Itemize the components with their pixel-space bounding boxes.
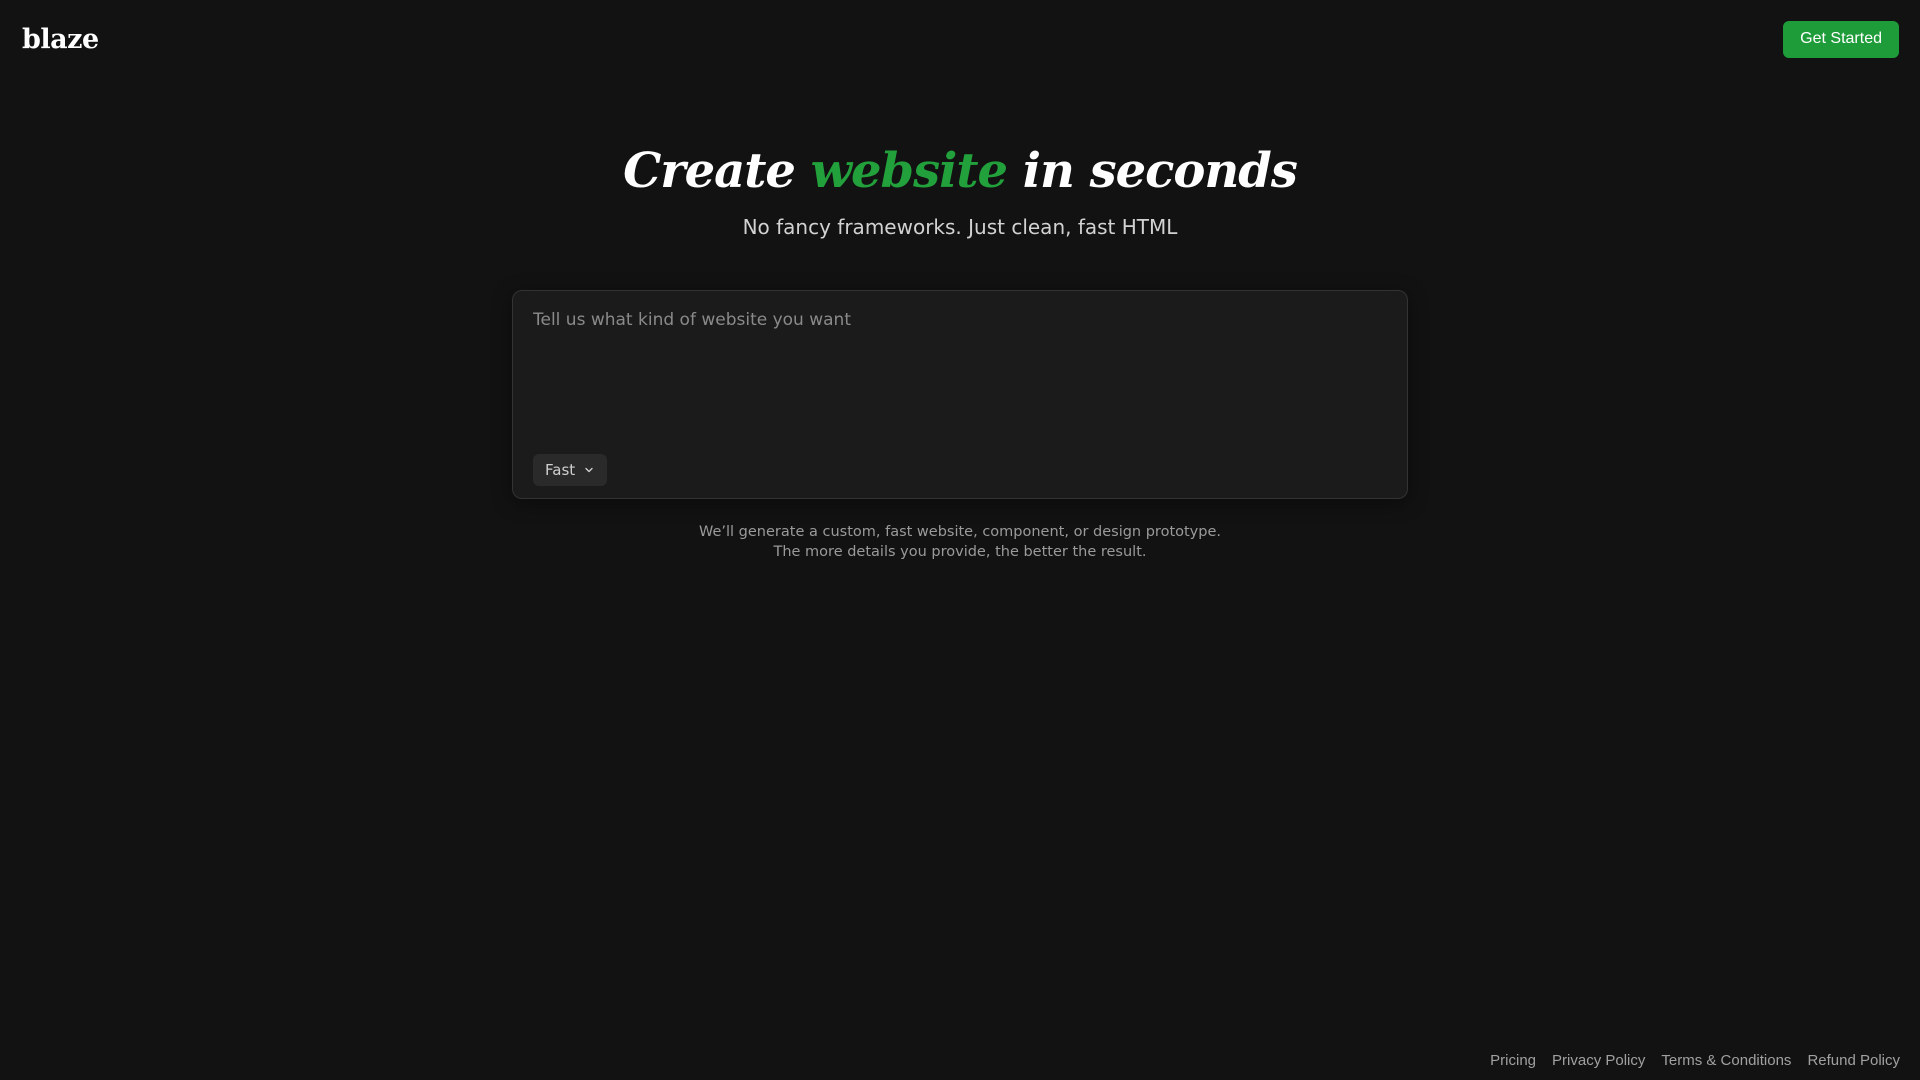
- mode-dropdown-label: Fast: [545, 461, 576, 479]
- mode-dropdown[interactable]: Fast: [533, 454, 608, 486]
- top-header: blaze Get Started: [0, 0, 1920, 78]
- helper-line-2: The more details you provide, the better…: [773, 544, 1147, 560]
- helper-text: We’ll generate a custom, fast website, c…: [0, 522, 1920, 562]
- helper-line-1: We’ll generate a custom, fast website, c…: [699, 524, 1221, 540]
- footer-link-refund-policy[interactable]: Refund Policy: [1807, 1052, 1900, 1069]
- page-title: Create website in seconds: [0, 138, 1920, 204]
- page-subtitle: No fancy frameworks. Just clean, fast HT…: [742, 215, 1178, 239]
- get-started-button[interactable]: Get Started: [1783, 20, 1899, 58]
- prompt-input[interactable]: [533, 307, 1387, 437]
- hero-section: Create website in seconds No fancy frame…: [0, 138, 1920, 239]
- page: blaze Get Started Create website in seco…: [0, 0, 1920, 1080]
- footer-links: Pricing Privacy Policy Terms & Condition…: [1490, 1052, 1900, 1069]
- chevron-down-icon: [585, 467, 593, 473]
- headline-after: in seconds: [1007, 143, 1298, 199]
- brand-logo[interactable]: blaze: [22, 24, 99, 55]
- headline-accent: website: [810, 143, 1008, 199]
- prompt-panel: Fast: [512, 290, 1408, 499]
- headline-before: Create: [623, 143, 811, 199]
- footer-link-terms-conditions[interactable]: Terms & Conditions: [1661, 1052, 1791, 1069]
- footer-link-privacy-policy[interactable]: Privacy Policy: [1552, 1052, 1645, 1069]
- footer-link-pricing[interactable]: Pricing: [1490, 1052, 1536, 1069]
